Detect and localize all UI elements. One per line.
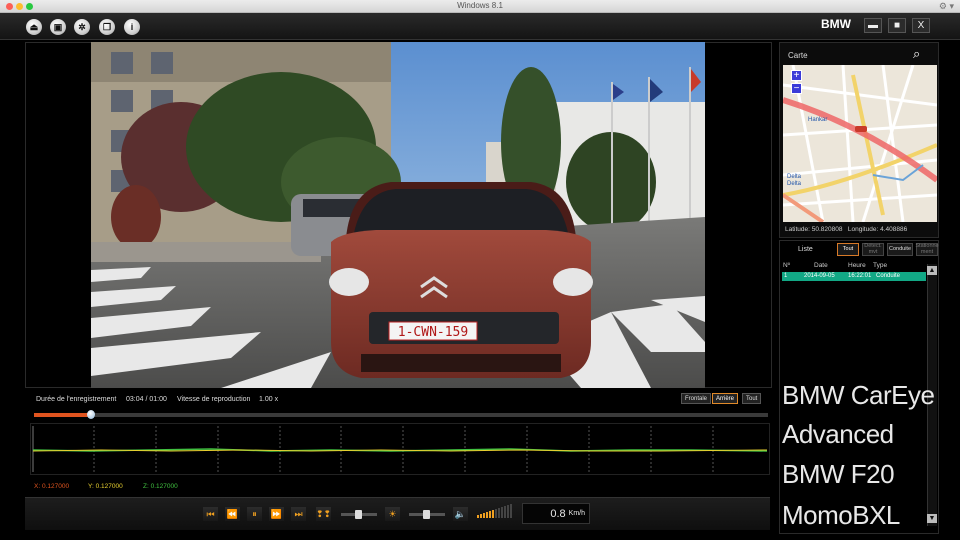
filter-motion-button[interactable]: Détect. mvt [862, 243, 884, 256]
map-view[interactable]: Hankar Delta Delta + − [783, 65, 937, 222]
playback-time: 03:04 / 01:00 [126, 396, 167, 403]
playback-controls: ⏮ ⏪ ⏸ ⏩ ⏭ ❢❢ ☀ 🔈 0.8 Km/h [25, 497, 770, 530]
row-type: Conduite [876, 273, 901, 279]
brightness-slider-handle[interactable] [423, 510, 430, 519]
step-slider[interactable] [341, 510, 377, 519]
brightness-slider[interactable] [409, 510, 445, 519]
column-header-date[interactable]: Date [814, 262, 828, 269]
gsensor-plot [32, 426, 768, 472]
brightness-icon[interactable]: ☀ [385, 507, 400, 521]
last-icon[interactable]: ⏭ [291, 507, 306, 521]
video-view[interactable]: 1-CWN-159 [91, 42, 705, 388]
map-coordinates: Latitude: 50.820808 Longitude: 4.408886 [785, 226, 908, 233]
list-header: Liste Tout Détect. mvt Conduite Stationn… [780, 241, 939, 258]
gsensor-y: Y: 0.127000 [88, 483, 123, 490]
window-titlebar: Windows 8.1 ⚙ ▾ [0, 0, 960, 13]
rewind-icon[interactable]: ⏪ [225, 507, 240, 521]
playback-speed-label: Vitesse de reproduction [177, 396, 251, 403]
settings-icon[interactable]: ✲ [74, 19, 90, 35]
svg-text:1-CWN-159: 1-CWN-159 [398, 325, 468, 340]
playback-speed-value: 1.00 x [259, 396, 279, 403]
map-panel: Carte ⌕ Hankar Delta Delta + − Latitude:… [779, 42, 939, 238]
map-zoom-in-button[interactable]: + [791, 70, 802, 81]
speed-value: 0.8 [550, 507, 566, 520]
latitude-value: 50.820808 [811, 226, 843, 233]
longitude-value: 4.408886 [880, 226, 908, 233]
scroll-up-icon[interactable]: ▲ [927, 266, 937, 275]
pause-icon[interactable]: ⏸ [247, 507, 262, 521]
view-all-button[interactable]: Tout [742, 393, 762, 404]
magnify-icon[interactable]: ⌕ [913, 46, 929, 62]
progress-fill [34, 413, 91, 417]
overlay-caption-line: BMW F20 [782, 459, 895, 489]
list-title: Liste [798, 246, 813, 253]
overlay-caption-line: BMW CarEye [782, 380, 935, 410]
playback-info-bar: Durée de l'enregistrement 03:04 / 01:00 … [25, 390, 772, 410]
map-street-label: Hankar [808, 117, 827, 123]
row-no: 1 [784, 273, 788, 279]
app-toolbar: ⏏ ▣ ✲ ❐ i BMW ▬ ■ X [0, 13, 960, 40]
overlay-caption-line: MomoBXL [782, 500, 900, 530]
maximize-button[interactable]: ■ [888, 18, 906, 33]
total-time: 01:00 [149, 396, 167, 403]
copy-icon[interactable]: ❐ [99, 19, 115, 35]
overlay-caption-line: Advanced [782, 419, 894, 449]
speed-unit: Km/h [568, 510, 585, 517]
column-header-type[interactable]: Type [873, 262, 887, 269]
current-time: 03:04 [126, 396, 144, 403]
map-street-label: Delta [787, 181, 802, 187]
map-title: Carte [788, 51, 808, 60]
row-time: 16:22:01 [848, 273, 872, 279]
gsensor-graph [30, 423, 770, 475]
speed-display: 0.8 Km/h [522, 503, 590, 524]
first-icon[interactable]: ⏮ [203, 507, 218, 521]
filter-parking-button[interactable]: Stationne ment [915, 243, 939, 256]
step-slider-handle[interactable] [355, 510, 362, 519]
map-zoom-out-button[interactable]: − [791, 83, 802, 94]
fast-forward-icon[interactable]: ⏩ [269, 507, 284, 521]
close-button[interactable]: X [912, 18, 930, 33]
map-street-label: Delta [787, 174, 802, 180]
info-icon[interactable]: i [124, 19, 140, 35]
duration-label: Durée de l'enregistrement [36, 396, 117, 403]
column-header-time[interactable]: Heure [848, 262, 866, 269]
volume-icon[interactable]: 🔈 [453, 507, 468, 521]
filter-all-button[interactable]: Tout [837, 243, 859, 256]
gsensor-z: Z: 0.127000 [143, 483, 178, 490]
row-date: 2014-09-05 [804, 273, 835, 279]
gsensor-x: X: 0.127000 [34, 483, 70, 490]
camera-icon[interactable]: ▣ [50, 19, 66, 35]
brand-label: BMW [821, 17, 851, 31]
column-header-no[interactable]: Nº [783, 262, 790, 269]
window-title: Windows 8.1 [457, 1, 503, 10]
scroll-down-icon[interactable]: ▼ [927, 514, 937, 523]
view-front-button[interactable]: Frontale [681, 393, 712, 404]
dashcam-frame-image: 1-CWN-159 [91, 42, 705, 388]
view-rear-button[interactable]: Arrière [712, 393, 739, 404]
filter-driving-button[interactable]: Conduite [887, 243, 913, 256]
playback-progress-bar[interactable] [34, 410, 768, 419]
minimize-button[interactable]: ▬ [864, 18, 882, 33]
street-map-image: Hankar Delta Delta [783, 65, 937, 222]
progress-handle[interactable] [86, 410, 95, 419]
eject-icon[interactable]: ⏏ [26, 19, 42, 35]
window-settings-icon[interactable]: ⚙ ▾ [939, 1, 954, 12]
footsteps-icon[interactable]: ❢❢ [316, 507, 331, 521]
